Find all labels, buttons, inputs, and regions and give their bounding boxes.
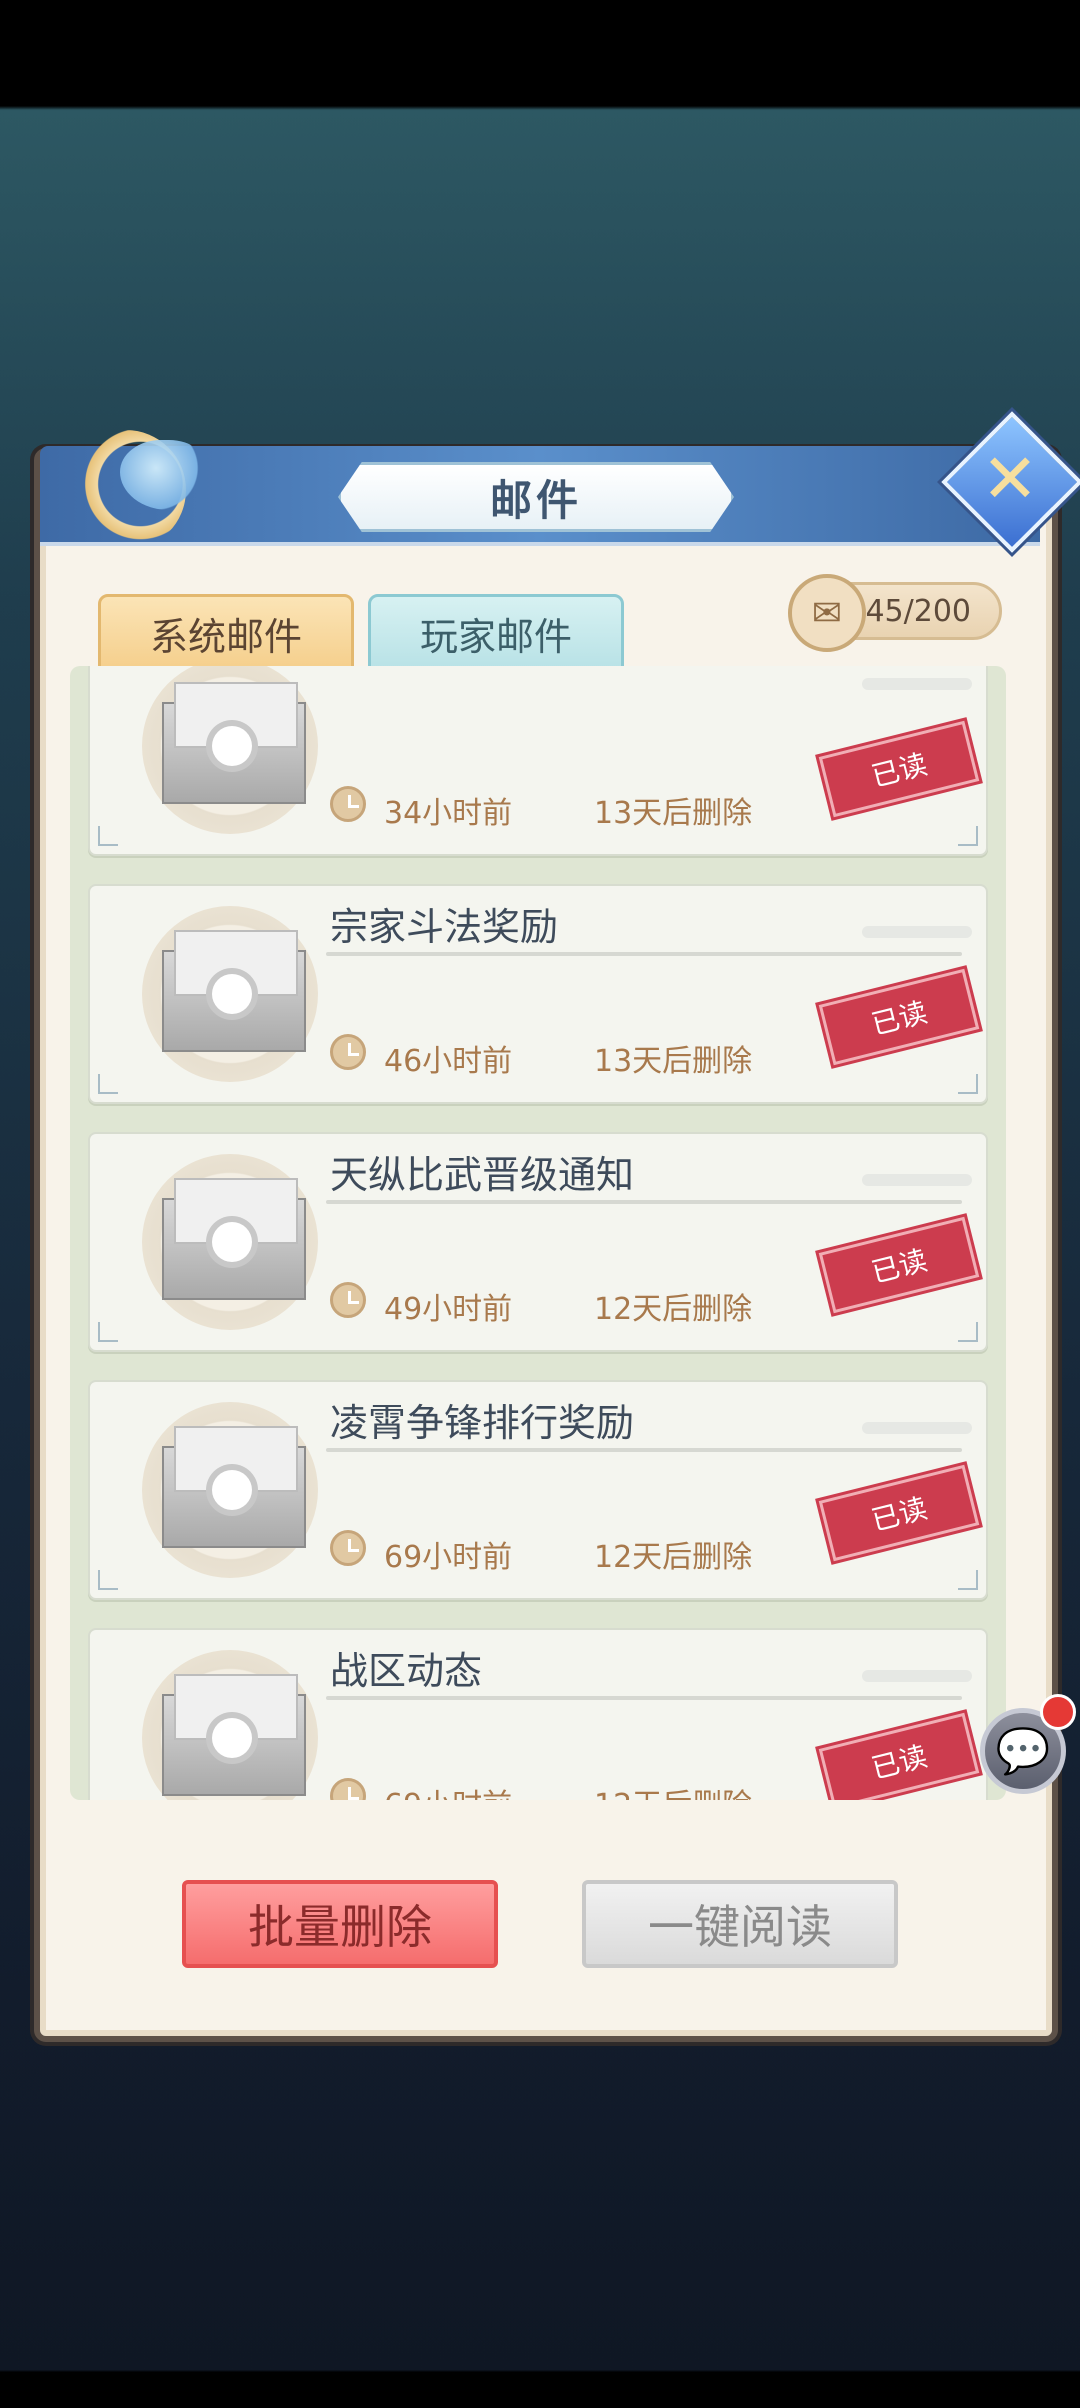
read-stamp: 已读 [818, 1712, 980, 1800]
read-stamp: 已读 [818, 1464, 980, 1562]
cloud-decoration [862, 1422, 972, 1434]
mail-list[interactable]: 34小时前 13天后删除 已读 宗家斗法奖励 46小时前 13天后删除 已读 天… [70, 666, 1006, 1800]
mail-item[interactable]: 凌霄争锋排行奖励 69小时前 12天后删除 已读 [88, 1380, 988, 1600]
navigation-bar [0, 2372, 1080, 2408]
mail-expire: 12天后删除 [594, 1292, 753, 1327]
title-divider [326, 1448, 962, 1452]
mail-time-ago: 46小时前 [384, 1044, 513, 1079]
tab-system-mail[interactable]: 系统邮件 [98, 594, 354, 672]
mail-time-ago: 69小时前 [384, 1780, 512, 1800]
cloud-decoration [862, 926, 972, 938]
tab-player-mail[interactable]: 玩家邮件 [368, 594, 624, 672]
mail-expire: 13天后删除 [594, 796, 753, 831]
cloud-decoration [862, 1670, 972, 1682]
mail-expire: 12天后删除 [594, 1780, 752, 1800]
mail-title: 宗家斗法奖励 [330, 905, 559, 949]
mail-expire: 12天后删除 [594, 1540, 753, 1575]
mail-item[interactable]: 战区动态 69小时前 12天后删除 已读 [88, 1628, 988, 1800]
mail-item[interactable]: 天纵比武晋级通知 49小时前 12天后删除 已读 [88, 1132, 988, 1352]
envelope-icon: ✉ [788, 574, 866, 652]
cloud-decoration [862, 1174, 972, 1186]
mail-envelope-icon [142, 1402, 318, 1578]
read-stamp: 已读 [818, 968, 980, 1066]
read-stamp: 已读 [818, 720, 980, 818]
mail-envelope-icon [142, 1650, 318, 1800]
title-divider [326, 1200, 962, 1204]
mail-envelope-icon [142, 666, 318, 834]
page-title: 邮件 [338, 462, 734, 532]
mail-expire: 13天后删除 [594, 1044, 753, 1079]
clock-icon [330, 1034, 366, 1070]
read-all-button[interactable]: 一键阅读 [582, 1880, 898, 1968]
mail-title: 凌霄争锋排行奖励 [330, 1401, 635, 1445]
chat-bubble-icon: 💬 [995, 1726, 1051, 1777]
read-stamp: 已读 [818, 1216, 980, 1314]
clock-icon [330, 1778, 366, 1800]
mail-time-ago: 34小时前 [384, 796, 513, 831]
mail-time-ago: 69小时前 [384, 1540, 513, 1575]
batch-delete-button[interactable]: 批量删除 [182, 1880, 498, 1968]
cloud-decoration [862, 678, 972, 690]
clock-icon [330, 1282, 366, 1318]
mail-item[interactable]: 34小时前 13天后删除 已读 [88, 666, 988, 856]
status-bar [0, 0, 1080, 106]
mail-time-ago: 49小时前 [384, 1292, 513, 1327]
title-divider [326, 1696, 962, 1700]
clock-icon [330, 786, 366, 822]
notification-badge [1040, 1694, 1076, 1730]
mail-title: 战区动态 [330, 1649, 483, 1693]
close-icon[interactable]: ✕ [970, 440, 1050, 520]
mail-item[interactable]: 宗家斗法奖励 46小时前 13天后删除 已读 [88, 884, 988, 1104]
mail-envelope-icon [142, 1154, 318, 1330]
mail-envelope-icon [142, 906, 318, 1082]
title-divider [326, 952, 962, 956]
clock-icon [330, 1530, 366, 1566]
mail-title: 天纵比武晋级通知 [330, 1153, 635, 1197]
